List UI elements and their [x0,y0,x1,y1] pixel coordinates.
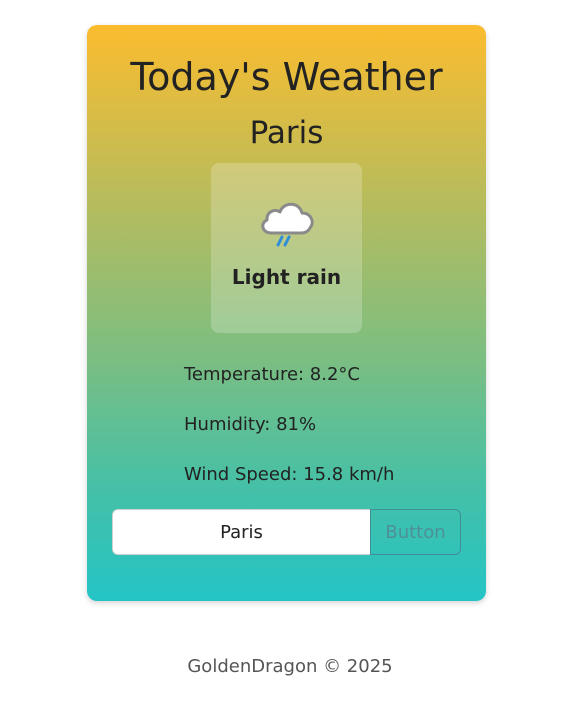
page-title: Today's Weather [130,55,443,99]
page: Today's Weather Paris Light rain Tempera… [0,0,580,702]
condition-panel: Light rain [211,163,362,333]
temperature-value: Temperature: 8.2°C [184,364,361,385]
weather-card: Today's Weather Paris Light rain Tempera… [87,25,486,601]
condition-label: Light rain [231,265,342,289]
city-name: Paris [249,115,324,151]
wind-speed-value: Wind Speed: 15.8 km/h [184,464,395,485]
humidity-value: Humidity: 81% [184,414,317,435]
cloud-rain-icon [261,202,314,247]
weather-details: Temperature: 8.2°C Humidity: 81% Wind Sp… [184,362,394,512]
search-button[interactable]: Button [370,509,461,555]
footer-copyright: GoldenDragon © 2025 [187,656,393,677]
city-search-input[interactable] [112,509,370,555]
city-search-group: Button [112,509,461,555]
